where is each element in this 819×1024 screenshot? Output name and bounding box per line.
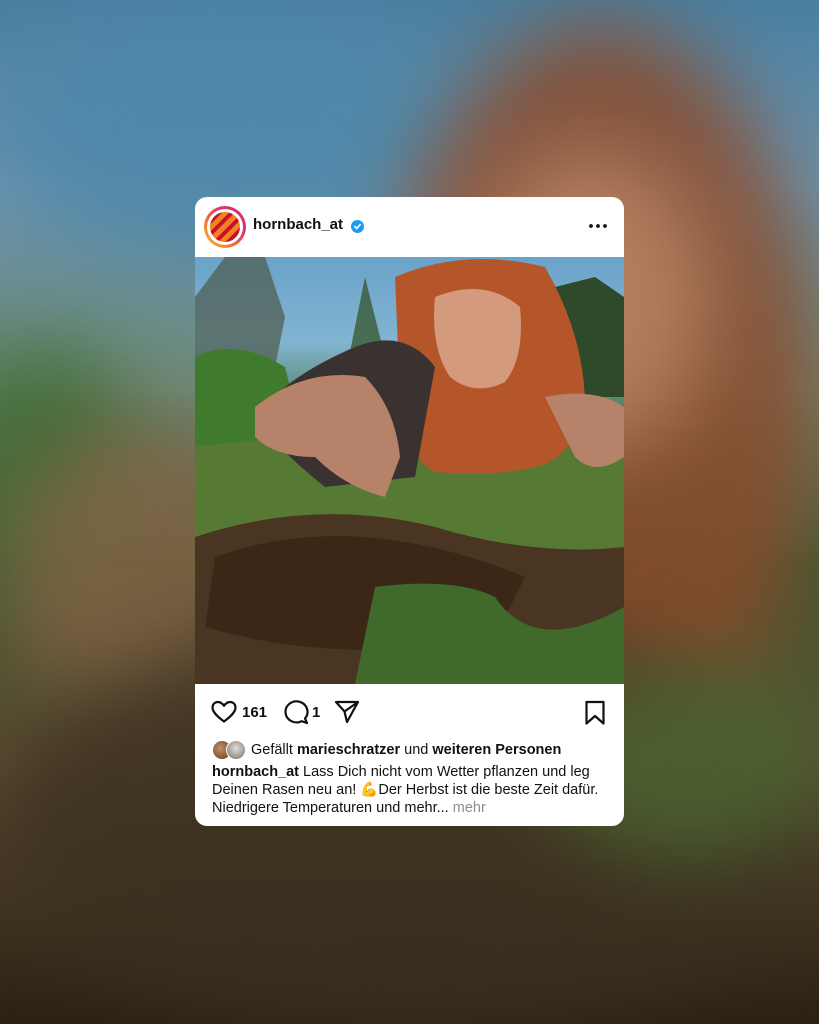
comment-bubble-icon[interactable] [283,700,309,730]
hornbach-logo-icon [210,212,240,242]
post-actions-bar: 161 1 [195,697,624,729]
liker-avatar[interactable] [226,740,246,760]
post-username[interactable]: hornbach_at [253,216,343,233]
likes-others-link[interactable]: weiteren Personen [432,742,561,758]
comment-count[interactable]: 1 [312,704,320,721]
heart-icon[interactable] [211,700,237,729]
likes-and: und [404,742,429,758]
paper-plane-icon[interactable] [334,699,360,730]
likes-prefix: Gefällt [251,742,293,758]
profile-avatar[interactable] [204,206,246,248]
caption-username[interactable]: hornbach_at [212,764,299,780]
bookmark-icon[interactable] [584,700,606,731]
post-header: hornbach_at [195,197,624,257]
more-options-icon[interactable] [588,219,608,233]
liked-by-user-link[interactable]: marieschratzer [297,742,400,758]
verified-badge-icon [351,220,364,233]
caption-more-link[interactable]: mehr [453,800,486,816]
likes-summary: Gefällt marieschratzer und weiteren Pers… [212,739,612,761]
likes-text: Gefällt marieschratzer und weiteren Pers… [251,742,561,758]
post-caption: hornbach_at Lass Dich nicht vom Wetter p… [212,763,612,817]
instagram-post-card: hornbach_at 161 1 Gefällt marieschratzer… [195,197,624,826]
post-image[interactable] [195,257,624,684]
like-count[interactable]: 161 [242,704,267,721]
